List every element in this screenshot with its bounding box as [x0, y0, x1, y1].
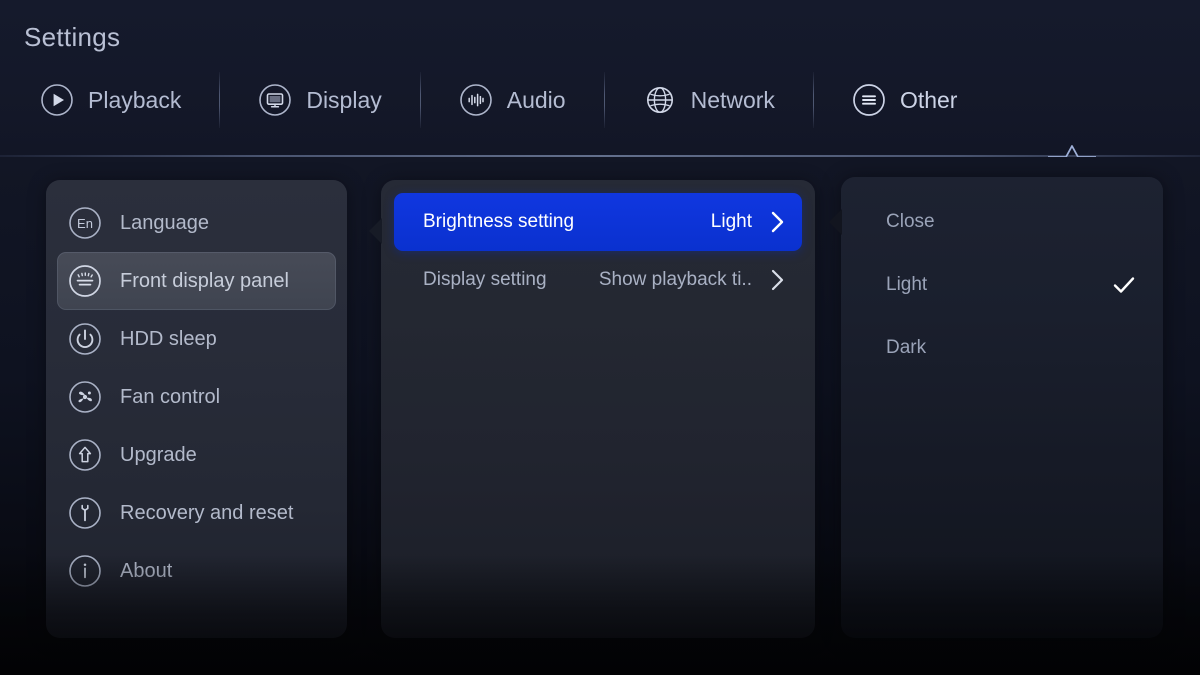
monitor-icon: [258, 83, 292, 117]
option-row-light[interactable]: Light: [841, 253, 1163, 316]
front-panel-icon: [67, 263, 103, 299]
language-en-icon: En: [67, 205, 103, 241]
tab-bar: Playback Display Audio Network Other: [40, 72, 995, 128]
setting-row-display-setting-label: Display setting: [423, 269, 547, 290]
setting-row-display-setting[interactable]: Display setting Show playback ti..: [394, 251, 802, 309]
tab-network[interactable]: Network: [605, 72, 813, 128]
checkmark-icon: [1111, 272, 1137, 298]
page-title: Settings: [24, 22, 121, 52]
sidebar-item-upgrade-label: Upgrade: [120, 443, 197, 466]
sidebar-item-fan-control-label: Fan control: [120, 385, 221, 408]
sidebar-item-front-display-panel-label: Front display panel: [120, 269, 289, 292]
settings-panel-notch: [368, 218, 382, 244]
chevron-right-icon: [770, 267, 786, 293]
audio-wave-icon: [459, 83, 493, 117]
sidebar-item-about-label: About: [120, 559, 173, 582]
info-icon: [67, 553, 103, 589]
upgrade-arrow-icon: [67, 437, 103, 473]
sidebar-item-hdd-sleep-label: HDD sleep: [120, 327, 217, 350]
menu-lines-icon: [852, 83, 886, 117]
tab-audio-label: Audio: [506, 86, 566, 113]
setting-row-brightness-setting-label: Brightness setting: [423, 211, 575, 232]
sidebar-item-recovery-and-reset[interactable]: Recovery and reset: [57, 484, 336, 542]
option-row-dark[interactable]: Dark: [841, 316, 1163, 379]
sidebar-item-fan-control[interactable]: Fan control: [57, 368, 336, 426]
sidebar-menu-list: En Language Front display panel HDD slee…: [46, 180, 347, 600]
option-row-close-label: Close: [886, 210, 935, 232]
tab-network-label: Network: [690, 86, 775, 113]
options-list: Close Light Dark: [841, 177, 1163, 379]
tab-other-label: Other: [899, 86, 958, 113]
content-area: En Language Front display panel HDD slee…: [0, 157, 1200, 675]
power-icon: [67, 321, 103, 357]
tab-playback-label: Playback: [88, 86, 182, 113]
sidebar-item-upgrade[interactable]: Upgrade: [57, 426, 336, 484]
fan-icon: [67, 379, 103, 415]
setting-row-display-setting-value: Show playback ti..: [598, 269, 752, 290]
active-tab-caret-indicator: [1048, 140, 1096, 158]
tab-playback[interactable]: Playback: [40, 72, 219, 128]
option-row-light-label: Light: [886, 273, 928, 295]
settings-screen: Settings Playback Display Audio Network …: [0, 0, 1200, 675]
wrench-icon: [67, 495, 103, 531]
svg-text:En: En: [77, 216, 93, 231]
option-row-dark-label: Dark: [886, 336, 927, 358]
sidebar-item-language-label: Language: [120, 211, 209, 234]
header-bar: Settings Playback Display Audio Network …: [0, 0, 1200, 158]
chevron-right-icon: [770, 209, 786, 235]
settings-panel: Brightness setting Light Display setting…: [369, 180, 815, 638]
tab-audio[interactable]: Audio: [421, 72, 604, 128]
options-panel: Close Light Dark: [829, 177, 1163, 638]
option-row-close[interactable]: Close: [841, 190, 1163, 253]
tab-other[interactable]: Other: [814, 72, 996, 128]
settings-list: Brightness setting Light Display setting…: [381, 180, 815, 309]
setting-row-brightness-setting-value: Light: [710, 211, 752, 232]
sidebar-item-language[interactable]: En Language: [57, 194, 336, 252]
sidebar-item-hdd-sleep[interactable]: HDD sleep: [57, 310, 336, 368]
play-circle-icon: [40, 83, 74, 117]
sidebar-item-recovery-and-reset-label: Recovery and reset: [120, 501, 294, 524]
globe-icon: [643, 83, 677, 117]
sidebar-item-about[interactable]: About: [57, 542, 336, 600]
sidebar-item-front-display-panel[interactable]: Front display panel: [57, 252, 336, 310]
tab-display-label: Display: [306, 86, 382, 113]
tab-display[interactable]: Display: [220, 72, 419, 128]
setting-row-brightness-setting[interactable]: Brightness setting Light: [394, 193, 802, 251]
sidebar-panel: En Language Front display panel HDD slee…: [46, 180, 347, 638]
